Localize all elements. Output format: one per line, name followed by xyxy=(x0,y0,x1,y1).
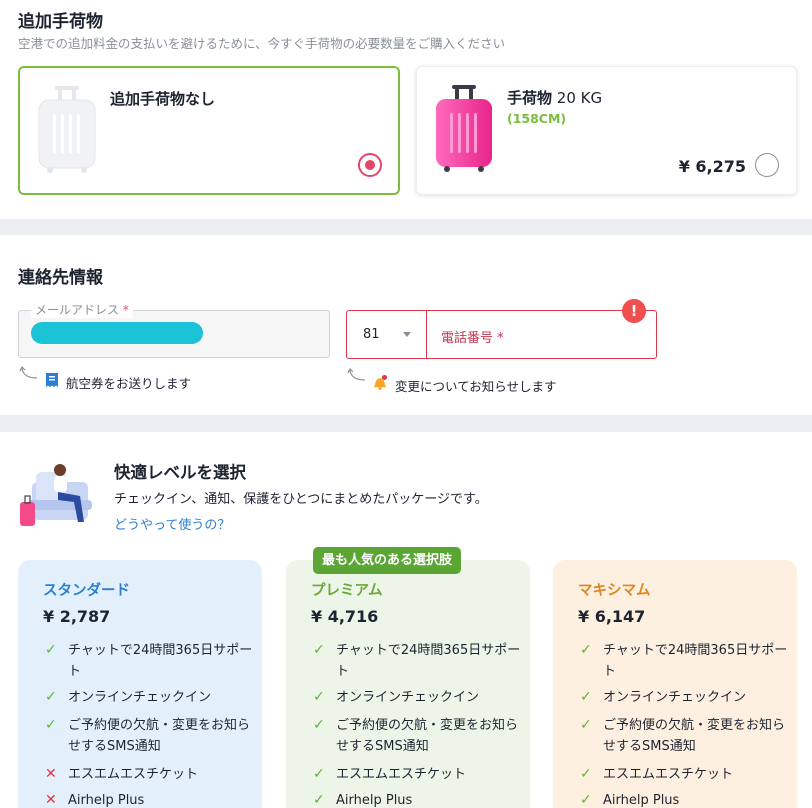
curved-arrow-icon xyxy=(347,368,366,381)
plan-feature-text: チャットで24時間365日サポート xyxy=(336,643,521,679)
plan-name: プレミアム xyxy=(311,583,383,599)
plan-card-premium[interactable]: プレミアム ¥ 4,716 ✓ チャットで24時間365日サポート ✓ オンラインチェック… xyxy=(286,560,530,808)
bell-icon xyxy=(374,375,387,390)
check-icon: ✓ xyxy=(313,717,325,733)
plan-price: ¥ 6,147 xyxy=(578,607,646,626)
plan-feature-text: オンラインチェックイン xyxy=(603,690,747,705)
plan-feature: ✓ チャットで24時間365日サポート xyxy=(45,640,255,682)
baggage-price: ¥ 6,275 xyxy=(678,157,746,176)
plan-feature-text: Airhelp Plus xyxy=(336,793,413,808)
error-icon: ! xyxy=(622,299,646,323)
radio-unselected[interactable] xyxy=(755,153,779,177)
plan-feature-text: エスエムエスチケット xyxy=(603,767,734,782)
plan-feature-text: ご予約便の欠航・変更をお知らせするSMS通知 xyxy=(68,718,251,754)
plan-feature-text: チャットで24時間365日サポート xyxy=(68,643,253,679)
plan-feature: ✓ チャットで24時間365日サポート xyxy=(313,640,523,682)
contact-title: 連絡先情報 xyxy=(18,268,103,288)
baggage-option-label: 手荷物 20 KG xyxy=(507,89,603,107)
check-icon: ✓ xyxy=(45,717,57,733)
how-to-use-link[interactable]: どうやって使うの？ xyxy=(114,514,230,533)
plan-feature-text: オンラインチェックイン xyxy=(68,690,212,705)
check-icon: ✓ xyxy=(313,766,325,782)
plan-feature-text: エスエムエスチケット xyxy=(68,767,199,782)
check-icon: ✓ xyxy=(580,689,592,705)
plan-feature: ✓ チャットで24時間365日サポート xyxy=(580,640,790,682)
check-icon: ✓ xyxy=(45,642,57,658)
baggage-subtitle: 空港での追加料金の支払いを避けるために、今すぐ手荷物の必要数量をご購入ください xyxy=(18,36,506,51)
check-icon: ✓ xyxy=(313,642,325,658)
check-icon: ✓ xyxy=(580,642,592,658)
baggage-section: 追加手荷物 空港での追加料金の支払いを避けるために、今すぐ手荷物の必要数量をご購… xyxy=(0,0,812,219)
plan-feature: ✓ Airhelp Plus xyxy=(580,790,790,808)
check-icon: ✓ xyxy=(45,689,57,705)
plan-name: スタンダード xyxy=(43,583,130,599)
plan-feature: ✓ エスエムエスチケット xyxy=(580,764,790,785)
check-icon: ✓ xyxy=(580,792,592,808)
suitcase-icon xyxy=(38,86,96,173)
email-field[interactable]: メールアドレス * xyxy=(18,302,330,358)
plan-feature-text: チャットで24時間365日サポート xyxy=(603,643,788,679)
plan-name: マキシマム xyxy=(578,583,651,599)
plan-feature-text: ご予約便の欠航・変更をお知らせするSMS通知 xyxy=(603,718,786,754)
plan-feature: ✕ Airhelp Plus xyxy=(45,790,255,808)
baggage-option-label: 追加手荷物なし xyxy=(110,90,216,108)
plan-feature: ✓ ご予約便の欠航・変更をお知らせするSMS通知 xyxy=(45,715,255,757)
comfort-description: チェックイン、通知、保護をひとつにまとめたパッケージです。 xyxy=(114,492,488,507)
check-icon: ✓ xyxy=(580,766,592,782)
check-icon: ✓ xyxy=(580,717,592,733)
plan-feature: ✓ オンラインチェックイン xyxy=(313,687,523,708)
redacted-email xyxy=(31,322,203,344)
curved-arrow-icon xyxy=(19,366,38,379)
plan-feature: ✓ Airhelp Plus xyxy=(313,790,523,808)
plan-price: ¥ 4,716 xyxy=(311,607,379,626)
country-code: 81 xyxy=(363,327,380,342)
plan-feature: ✓ ご予約便の欠航・変更をお知らせするSMS通知 xyxy=(580,715,790,757)
popular-badge: 最も人気のある選択肢 xyxy=(313,547,462,574)
traveler-illustration-icon xyxy=(20,464,92,526)
phone-hint: 変更についてお知らせします xyxy=(395,379,557,394)
plan-feature-text: ご予約便の欠航・変更をお知らせするSMS通知 xyxy=(336,718,519,754)
ticket-icon xyxy=(46,373,58,387)
plan-feature: ✓ エスエムエスチケット xyxy=(313,764,523,785)
baggage-size: (158CM) xyxy=(507,111,567,126)
email-hint: 航空券をお送りします xyxy=(66,376,192,391)
plan-feature: ✓ オンラインチェックイン xyxy=(580,687,790,708)
radio-selected[interactable] xyxy=(358,153,382,177)
plan-card-maximum[interactable]: マキシマム ¥ 6,147 ✓ チャットで24時間365日サポート ✓ オンラインチェック… xyxy=(553,560,797,808)
chevron-down-icon xyxy=(403,332,411,337)
pink-suitcase-icon xyxy=(436,85,492,172)
phone-input[interactable]: 電話番号 * xyxy=(441,327,504,346)
check-icon: ✓ xyxy=(313,689,325,705)
baggage-title: 追加手荷物 xyxy=(18,12,103,32)
plan-feature-text: Airhelp Plus xyxy=(603,793,680,808)
check-icon: ✓ xyxy=(313,792,325,808)
plan-feature: ✕ エスエムエスチケット xyxy=(45,764,255,785)
country-code-select[interactable]: 81 xyxy=(347,311,427,358)
plan-feature: ✓ オンラインチェックイン xyxy=(45,687,255,708)
plan-feature-text: オンラインチェックイン xyxy=(336,690,480,705)
cross-icon: ✕ xyxy=(45,766,57,782)
plan-price: ¥ 2,787 xyxy=(43,607,111,626)
baggage-option-20kg[interactable]: 手荷物 20 KG (158CM) ¥ 6,275 xyxy=(416,66,797,195)
comfort-title: 快適レベルを選択 xyxy=(114,463,246,482)
baggage-option-none[interactable]: 追加手荷物なし xyxy=(18,66,400,195)
cross-icon: ✕ xyxy=(45,792,57,808)
plan-feature: ✓ ご予約便の欠航・変更をお知らせするSMS通知 xyxy=(313,715,523,757)
phone-field[interactable]: 81 電話番号 * xyxy=(346,310,657,359)
plan-card-standard[interactable]: スタンダード ¥ 2,787 ✓ チャットで24時間365日サポート ✓ オンラインチェッ… xyxy=(18,560,262,808)
plan-feature-text: Airhelp Plus xyxy=(68,793,145,808)
plan-feature-text: エスエムエスチケット xyxy=(336,767,467,782)
email-label: メールアドレス * xyxy=(31,302,133,318)
